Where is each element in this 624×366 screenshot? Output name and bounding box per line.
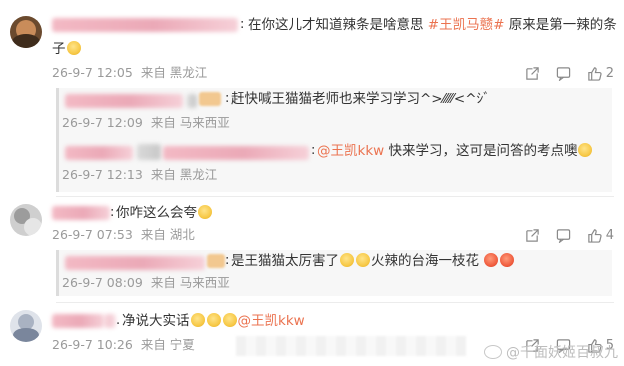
- like-count: 4: [605, 227, 614, 243]
- reply-avatar-blurred: [207, 254, 225, 268]
- blurred-overlay: [236, 336, 466, 356]
- reply-button[interactable]: [556, 228, 571, 243]
- comment-text: 你咋这么会夸: [116, 202, 213, 224]
- hashtag-link[interactable]: #王凯马戆#: [428, 17, 505, 33]
- reply-box: : 赶快喊王猫猫老师也来学习学习^>⁄⁄⁄⁄⁄<^ｼﾞ 26-9-7 12:09…: [56, 88, 612, 192]
- reply-location: 来自 黑龙江: [150, 167, 218, 182]
- comment-meta: 26-9-7 07:53 来自 湖北: [52, 226, 199, 244]
- comment-actions: 2: [525, 64, 614, 82]
- reply-avatar-blurred: [199, 92, 221, 106]
- comment-icon: [556, 66, 570, 81]
- avatar[interactable]: [10, 310, 42, 342]
- watermark-text: @千面妖姬百叔九: [506, 345, 618, 361]
- emoji-icon: [356, 253, 370, 267]
- share-button[interactable]: [525, 66, 540, 81]
- emoji-icon: [66, 41, 81, 55]
- watermark: @千面妖姬百叔九: [484, 342, 618, 362]
- like-count: 2: [605, 65, 614, 81]
- emoji-icon: [206, 313, 221, 327]
- reply-username-blurred[interactable]: [65, 94, 183, 108]
- username-blurred[interactable]: [52, 18, 238, 32]
- avatar[interactable]: [10, 16, 42, 48]
- emoji-icon: [198, 205, 212, 219]
- comment-text: 在你这儿才知道辣条是啥意思 #王凯马戆# 原来是第一辣的条: [248, 14, 617, 36]
- emoji-icon: [578, 143, 593, 157]
- comment-location: 来自 黑龙江: [140, 65, 208, 80]
- comment-location: 来自 湖北: [140, 227, 195, 242]
- username-blurred[interactable]: [52, 314, 104, 328]
- like-button[interactable]: 4: [587, 228, 614, 243]
- comment-meta: 26-9-7 12:05 来自 黑龙江: [52, 64, 211, 82]
- emoji-icon: [484, 253, 499, 267]
- reply-location: 来自 马来西亚: [150, 275, 230, 290]
- emoji-icon: [222, 313, 237, 327]
- comment-2: : 你咋这么会夸 26-9-7 07:53 来自 湖北 4 : 是王猫猫太厉害了…: [0, 196, 624, 296]
- avatar[interactable]: [10, 204, 42, 236]
- reply-meta: 26-9-7 08:09 来自 马来西亚: [62, 274, 234, 292]
- reply-username-blurred[interactable]: [137, 144, 161, 160]
- reply-time: 26-9-7 08:09: [62, 275, 143, 290]
- share-icon: [525, 228, 539, 242]
- comment-text: 净说大实话 @王凯kkw: [122, 313, 305, 329]
- emoji-icon: [190, 313, 205, 327]
- reply-box: : 是王猫猫太厉害了 火辣的台海一枝花 26-9-7 08:09 来自 马来西亚: [56, 250, 612, 296]
- reply-username-blurred[interactable]: [65, 256, 205, 270]
- reply-meta: 26-9-7 12:09 来自 马来西亚: [62, 114, 234, 132]
- comment-text-line2: 子: [52, 38, 82, 60]
- like-icon: [587, 66, 602, 81]
- share-button[interactable]: [525, 228, 540, 243]
- username-blurred[interactable]: [52, 206, 110, 220]
- comment-1: : 在你这儿才知道辣条是啥意思 #王凯马戆# 原来是第一辣的条 子 26-9-7…: [0, 0, 624, 192]
- reply-location: 来自 马来西亚: [150, 115, 230, 130]
- reply-text: 赶快喊王猫猫老师也来学习学习^>⁄⁄⁄⁄⁄<^ｼﾞ: [231, 91, 491, 107]
- reply-username-blurred[interactable]: [163, 146, 309, 160]
- reply-meta: 26-9-7 12:13 来自 黑龙江: [62, 166, 221, 184]
- like-icon: [587, 228, 602, 243]
- mention-link[interactable]: @王凯kkw: [238, 313, 305, 329]
- comment-text-prefix: 在你这儿才知道辣条是啥意思: [248, 17, 424, 33]
- reply-text: 是王猫猫太厉害了 火辣的台海一枝花: [231, 250, 515, 272]
- weibo-logo-icon: [484, 345, 502, 359]
- reply-2: : @王凯kkw 快来学习，这可是问答的考点噢 26-9-7 12:13 来自 …: [59, 140, 612, 192]
- comment-time: 26-9-7 12:05: [52, 65, 133, 80]
- comment-text-suffix: 原来是第一辣的条: [508, 17, 617, 33]
- comment-icon: [556, 228, 570, 243]
- comment-actions: 4: [525, 226, 614, 244]
- reply-username-blurred[interactable]: [65, 146, 133, 160]
- comment-time: 26-9-7 10:26: [52, 337, 133, 352]
- reply-time: 26-9-7 12:13: [62, 167, 143, 182]
- comment-time: 26-9-7 07:53: [52, 227, 133, 242]
- colon: :: [240, 17, 245, 32]
- emoji-icon: [500, 253, 515, 267]
- reply-text: @王凯kkw 快来学习，这可是问答的考点噢: [317, 140, 593, 162]
- reply-username-blurred[interactable]: [187, 94, 197, 108]
- share-icon: [525, 66, 539, 80]
- comment-location: 来自 宁夏: [140, 337, 195, 352]
- reply-button[interactable]: [556, 66, 571, 81]
- reply-time: 26-9-7 12:09: [62, 115, 143, 130]
- username-blurred[interactable]: [104, 314, 116, 328]
- reply-1: : 赶快喊王猫猫老师也来学习学习^>⁄⁄⁄⁄⁄<^ｼﾞ 26-9-7 12:09…: [59, 88, 612, 140]
- comment-meta: 26-9-7 10:26 来自 宁夏: [52, 336, 199, 354]
- emoji-icon: [340, 253, 354, 267]
- mention-link[interactable]: @王凯kkw: [317, 143, 384, 159]
- like-button[interactable]: 2: [587, 66, 614, 81]
- reply-1: : 是王猫猫太厉害了 火辣的台海一枝花 26-9-7 08:09 来自 马来西亚: [59, 250, 612, 296]
